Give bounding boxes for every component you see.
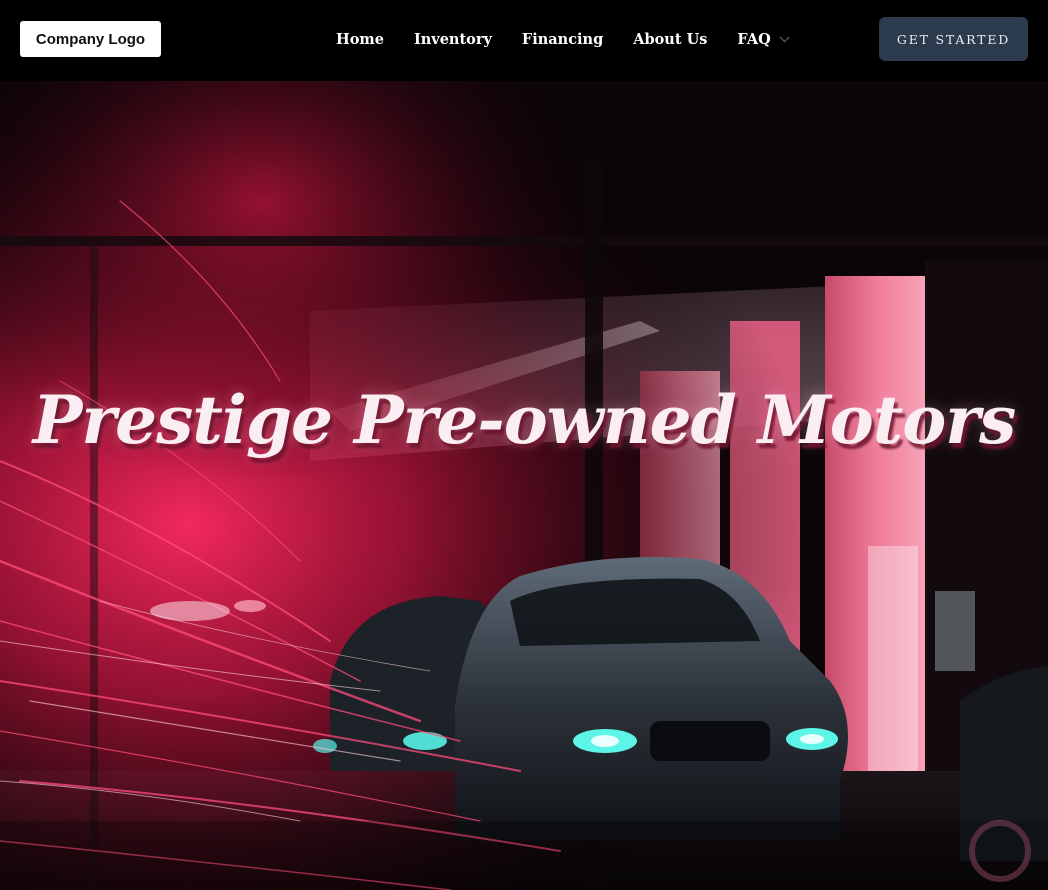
nav-inventory-label: Inventory [413,30,492,48]
nav-about-us[interactable]: About Us [633,31,707,48]
company-logo[interactable]: Company Logo [20,21,161,57]
hero-title: Prestige Pre-owned Motors [32,381,1016,459]
nav-home[interactable]: Home [336,31,384,48]
top-navbar: Company Logo Home Inventory Financing Ab… [0,0,1048,81]
nav-financing[interactable]: Financing [522,31,603,48]
nav-inventory[interactable]: Inventory [414,31,492,48]
chevron-down-icon [779,31,790,42]
hero-section: Prestige Pre-owned Motors [0,81,1048,890]
nav-about-us-label: About Us [633,30,708,48]
nav-home-label: Home [336,30,384,48]
get-started-button[interactable]: GET STARTED [879,17,1028,61]
hero-background-image [0,81,1048,890]
nav-financing-label: Financing [521,30,604,48]
nav-faq[interactable]: FAQ [737,30,790,48]
page: Company Logo Home Inventory Financing Ab… [0,0,1048,890]
nav-faq-label: FAQ [737,30,771,48]
main-nav: Home Inventory Financing About Us FAQ [336,0,816,78]
